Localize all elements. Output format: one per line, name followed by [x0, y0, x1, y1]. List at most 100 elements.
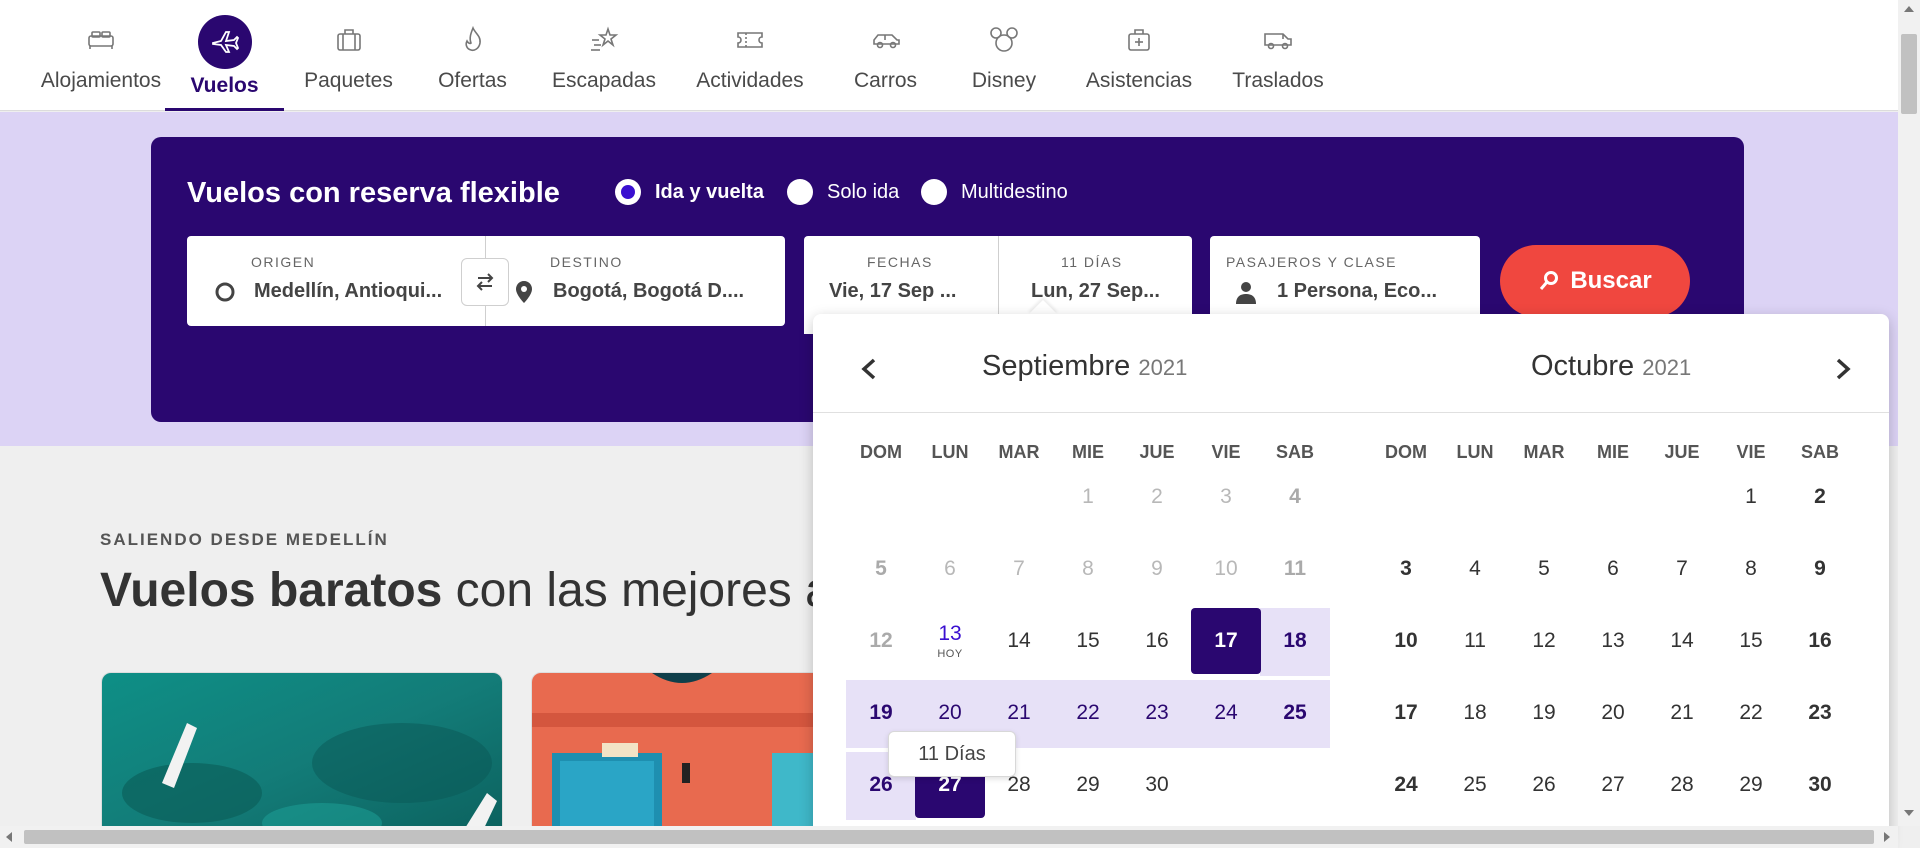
day-oct-27[interactable]: 27: [1578, 752, 1648, 818]
nav-label: Escapadas: [552, 69, 656, 92]
day-oct-4[interactable]: 4: [1440, 536, 1510, 602]
prev-month-button[interactable]: [854, 354, 884, 384]
day-sep-6: 6: [915, 536, 985, 602]
day-sep-13[interactable]: 13 HOY: [915, 608, 985, 674]
day-number: 9: [1151, 557, 1163, 580]
month-title-right: Octubre 2021: [1531, 350, 1691, 383]
mickey-icon: [986, 22, 1022, 58]
radio-round-trip[interactable]: [615, 179, 641, 205]
day-oct-20[interactable]: 20: [1578, 680, 1648, 746]
date-end-field[interactable]: 11 DÍAS Lun, 27 Sep...: [999, 236, 1192, 326]
scroll-up-icon[interactable]: [1904, 6, 1914, 12]
chevron-left-icon: [861, 358, 876, 380]
day-sep-15[interactable]: 15: [1053, 608, 1123, 674]
nav-item-actividades[interactable]: Actividades: [688, 0, 812, 111]
nav-item-escapadas[interactable]: Escapadas: [548, 0, 660, 111]
day-oct-19[interactable]: 19: [1509, 680, 1579, 746]
trip-type-round[interactable]: Ida y vuelta: [615, 179, 764, 205]
day-oct-9[interactable]: 9: [1785, 536, 1855, 602]
day-sep-29[interactable]: 29: [1053, 752, 1123, 818]
day-oct-8[interactable]: 8: [1716, 536, 1786, 602]
weekday-header: SAB: [1275, 442, 1314, 462]
trip-type-multi[interactable]: Multidestino: [921, 179, 1068, 205]
radio-one-way[interactable]: [787, 179, 813, 205]
day-sep-18[interactable]: 18: [1260, 608, 1330, 674]
day-oct-17[interactable]: 17: [1371, 680, 1441, 746]
day-oct-16[interactable]: 16: [1785, 608, 1855, 674]
search-button[interactable]: Buscar: [1500, 245, 1690, 317]
destination-card-colonial[interactable]: [531, 672, 831, 848]
day-oct-18[interactable]: 18: [1440, 680, 1510, 746]
day-number: 30: [1808, 773, 1832, 796]
promo-title: Vuelos baratos con las mejores a: [100, 563, 832, 618]
day-sep-14[interactable]: 14: [984, 608, 1054, 674]
month-name: Octubre: [1531, 350, 1635, 382]
day-number: 2: [1151, 485, 1163, 508]
chevron-right-icon: [1836, 358, 1851, 380]
scroll-down-icon[interactable]: [1904, 810, 1914, 816]
date-start-field[interactable]: FECHAS Vie, 17 Sep ...: [804, 236, 998, 326]
day-oct-21[interactable]: 21: [1647, 680, 1717, 746]
day-sep-22[interactable]: 22: [1053, 680, 1123, 746]
day-oct-23[interactable]: 23: [1785, 680, 1855, 746]
day-oct-3[interactable]: 3: [1371, 536, 1441, 602]
weekday-header: MIE: [1596, 442, 1629, 462]
day-oct-24[interactable]: 24: [1371, 752, 1441, 818]
day-oct-25[interactable]: 25: [1440, 752, 1510, 818]
day-sep-9: 9: [1122, 536, 1192, 602]
nav-item-paquetes[interactable]: Paquetes: [296, 0, 401, 111]
horizontal-scrollbar[interactable]: [0, 826, 1898, 848]
scroll-right-icon[interactable]: [1884, 832, 1890, 842]
day-oct-15[interactable]: 15: [1716, 608, 1786, 674]
day-oct-2[interactable]: 2: [1785, 464, 1855, 530]
day-sep-16[interactable]: 16: [1122, 608, 1192, 674]
trip-type-oneway[interactable]: Solo ida: [787, 179, 899, 205]
day-sep-30[interactable]: 30: [1122, 752, 1192, 818]
horizontal-scroll-thumb[interactable]: [24, 830, 1874, 844]
day-number: 7: [1013, 557, 1025, 580]
destination-card-beach[interactable]: [101, 672, 503, 848]
radio-multidestination[interactable]: [921, 179, 947, 205]
day-oct-13[interactable]: 13: [1578, 608, 1648, 674]
destination-field[interactable]: DESTINO Bogotá, Bogotá D....: [486, 236, 785, 326]
day-number: 5: [1538, 557, 1550, 580]
day-oct-22[interactable]: 22: [1716, 680, 1786, 746]
day-oct-30[interactable]: 30: [1785, 752, 1855, 818]
day-sep-17[interactable]: 17: [1191, 608, 1261, 674]
next-month-button[interactable]: [1828, 354, 1858, 384]
day-number: 12: [1532, 629, 1556, 652]
nav-item-traslados[interactable]: Traslados: [1228, 0, 1328, 111]
day-number: 10: [1214, 557, 1238, 580]
day-sep-23[interactable]: 23: [1122, 680, 1192, 746]
day-number: 29: [1076, 773, 1100, 796]
day-oct-7[interactable]: 7: [1647, 536, 1717, 602]
day-sep-24[interactable]: 24: [1191, 680, 1261, 746]
day-oct-12[interactable]: 12: [1509, 608, 1579, 674]
day-oct-5[interactable]: 5: [1509, 536, 1579, 602]
day-oct-29[interactable]: 29: [1716, 752, 1786, 818]
day-oct-28[interactable]: 28: [1647, 752, 1717, 818]
nav-item-asistencias[interactable]: Asistencias: [1079, 0, 1199, 111]
day-number: 21: [1007, 701, 1031, 724]
swap-route-button[interactable]: [461, 258, 509, 306]
day-oct-10[interactable]: 10: [1371, 608, 1441, 674]
trip-type-label: Multidestino: [961, 180, 1068, 203]
day-oct-1[interactable]: 1: [1716, 464, 1786, 530]
nav-label: Vuelos: [190, 74, 259, 97]
nav-item-ofertas[interactable]: Ofertas: [425, 0, 520, 111]
origin-field[interactable]: ORIGEN Medellín, Antioqui...: [187, 236, 485, 326]
nav-item-carros[interactable]: Carros: [843, 0, 928, 111]
nav-item-alojamientos[interactable]: Alojamientos: [36, 0, 166, 111]
day-oct-26[interactable]: 26: [1509, 752, 1579, 818]
nav-item-disney[interactable]: Disney: [958, 0, 1050, 111]
day-oct-6[interactable]: 6: [1578, 536, 1648, 602]
day-sep-25[interactable]: 25: [1260, 680, 1330, 746]
nav-item-vuelos[interactable]: Vuelos: [165, 0, 284, 111]
vertical-scrollbar[interactable]: [1898, 0, 1920, 826]
day-oct-11[interactable]: 11: [1440, 608, 1510, 674]
day-oct-14[interactable]: 14: [1647, 608, 1717, 674]
day-number: 13: [1601, 629, 1625, 652]
day-number: 28: [1670, 773, 1694, 796]
vertical-scroll-thumb[interactable]: [1901, 34, 1917, 114]
scroll-left-icon[interactable]: [6, 832, 12, 842]
